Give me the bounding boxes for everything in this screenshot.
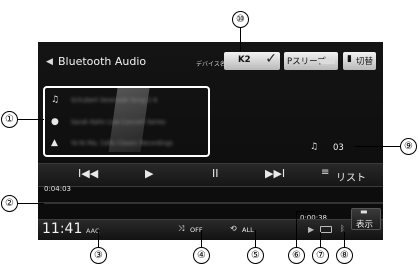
music-note-icon: ♫ [51,95,60,105]
callout-1: ① [1,111,18,128]
callout-line-2 [17,203,44,204]
callout-line-10 [240,28,241,51]
callout-line-5 [255,230,256,247]
track-number: 03 [333,143,344,153]
album-row: ● Sarah Kahn Live Concert Series [51,115,165,129]
song-title-row: ♫ Schubert Serenade Song 2 A [51,93,157,107]
display-icon: ▬ [360,207,368,216]
list-icon: ≡ [321,167,330,178]
sleep-button[interactable]: Pスリープ [284,52,338,70]
previous-track-button[interactable]: I◀◀ [78,167,98,180]
callout-line-7 [320,232,321,247]
album-name: Sarah Kahn Live Concert Series [71,118,166,126]
repeat-icon[interactable]: ⟲ [230,224,237,233]
shuffle-icon[interactable]: ⤨ [178,224,184,234]
callout-7: ⑦ [312,247,329,264]
callout-line-3 [98,230,99,247]
device-name: K2 [238,55,251,65]
progress-bar[interactable] [38,202,383,204]
callout-3: ③ [90,247,107,264]
device-selector-button[interactable]: K2 ✓ [224,51,280,70]
display-button[interactable]: ▬ 表示 [351,207,381,230]
clock: 11:41 [42,221,83,237]
artist-row: ▲ Yo-Yo Ma, Cello Classic Recordings [51,136,173,150]
checkmark-icon: ✓ [265,51,277,67]
next-track-button[interactable]: ▶▶I [265,167,285,180]
repeat-status[interactable]: ALL [242,226,254,234]
disc-icon: ● [51,117,59,127]
callout-line-6 [296,211,297,247]
callout-line-6b [296,211,314,212]
transport-bar: I◀◀ ▶ II ▶▶I ≡ リスト [38,163,383,187]
artist-icon: ▲ [51,138,58,148]
list-button[interactable]: ≡ リスト [321,167,379,184]
elapsed-time: 0:04:03 [44,185,71,193]
callout-9: ⑨ [400,138,417,155]
callout-line-1 [17,119,44,120]
battery-icon [320,226,332,233]
play-button[interactable]: ▶ [145,167,153,180]
source-title: Bluetooth Audio [58,55,147,68]
pause-button[interactable]: II [212,167,219,180]
callout-line-9 [355,146,400,147]
switch-label: 切替 [356,57,374,67]
sleep-indicator [320,59,335,64]
track-info-panel: ♫ Schubert Serenade Song 2 A ● Sarah Kah… [43,86,210,157]
callout-line-4 [201,230,202,247]
equalizer-icon: ▮ [347,54,352,64]
callout-4: ④ [193,247,210,264]
display-label: 表示 [356,220,374,230]
device-name-label: デバイス名 [196,61,226,68]
list-label: リスト [336,173,366,184]
callout-8: ⑧ [336,247,353,264]
callout-6: ⑥ [288,247,305,264]
switch-button[interactable]: ▮ 切替 [343,52,376,70]
play-state-icon: ▶ [308,225,315,234]
status-bar: 11:41 AAC ⤨ OFF ⟲ ALL ▶ ᛒ [38,219,383,240]
callout-10: ⑩ [232,11,249,28]
bluetooth-audio-screen: ◀ Bluetooth Audio デバイス名 K2 ✓ Pスリープ ▮ 切替 … [38,42,383,240]
song-title: Schubert Serenade Song 2 A [71,96,158,104]
callout-2: ② [1,195,18,212]
callout-5: ⑤ [247,247,264,264]
callout-line-8 [344,232,345,247]
artist-name: Yo-Yo Ma, Cello Classic Recordings [71,139,173,147]
back-arrow-icon[interactable]: ◀ [46,57,53,67]
track-note-icon: ♫ [310,142,319,152]
